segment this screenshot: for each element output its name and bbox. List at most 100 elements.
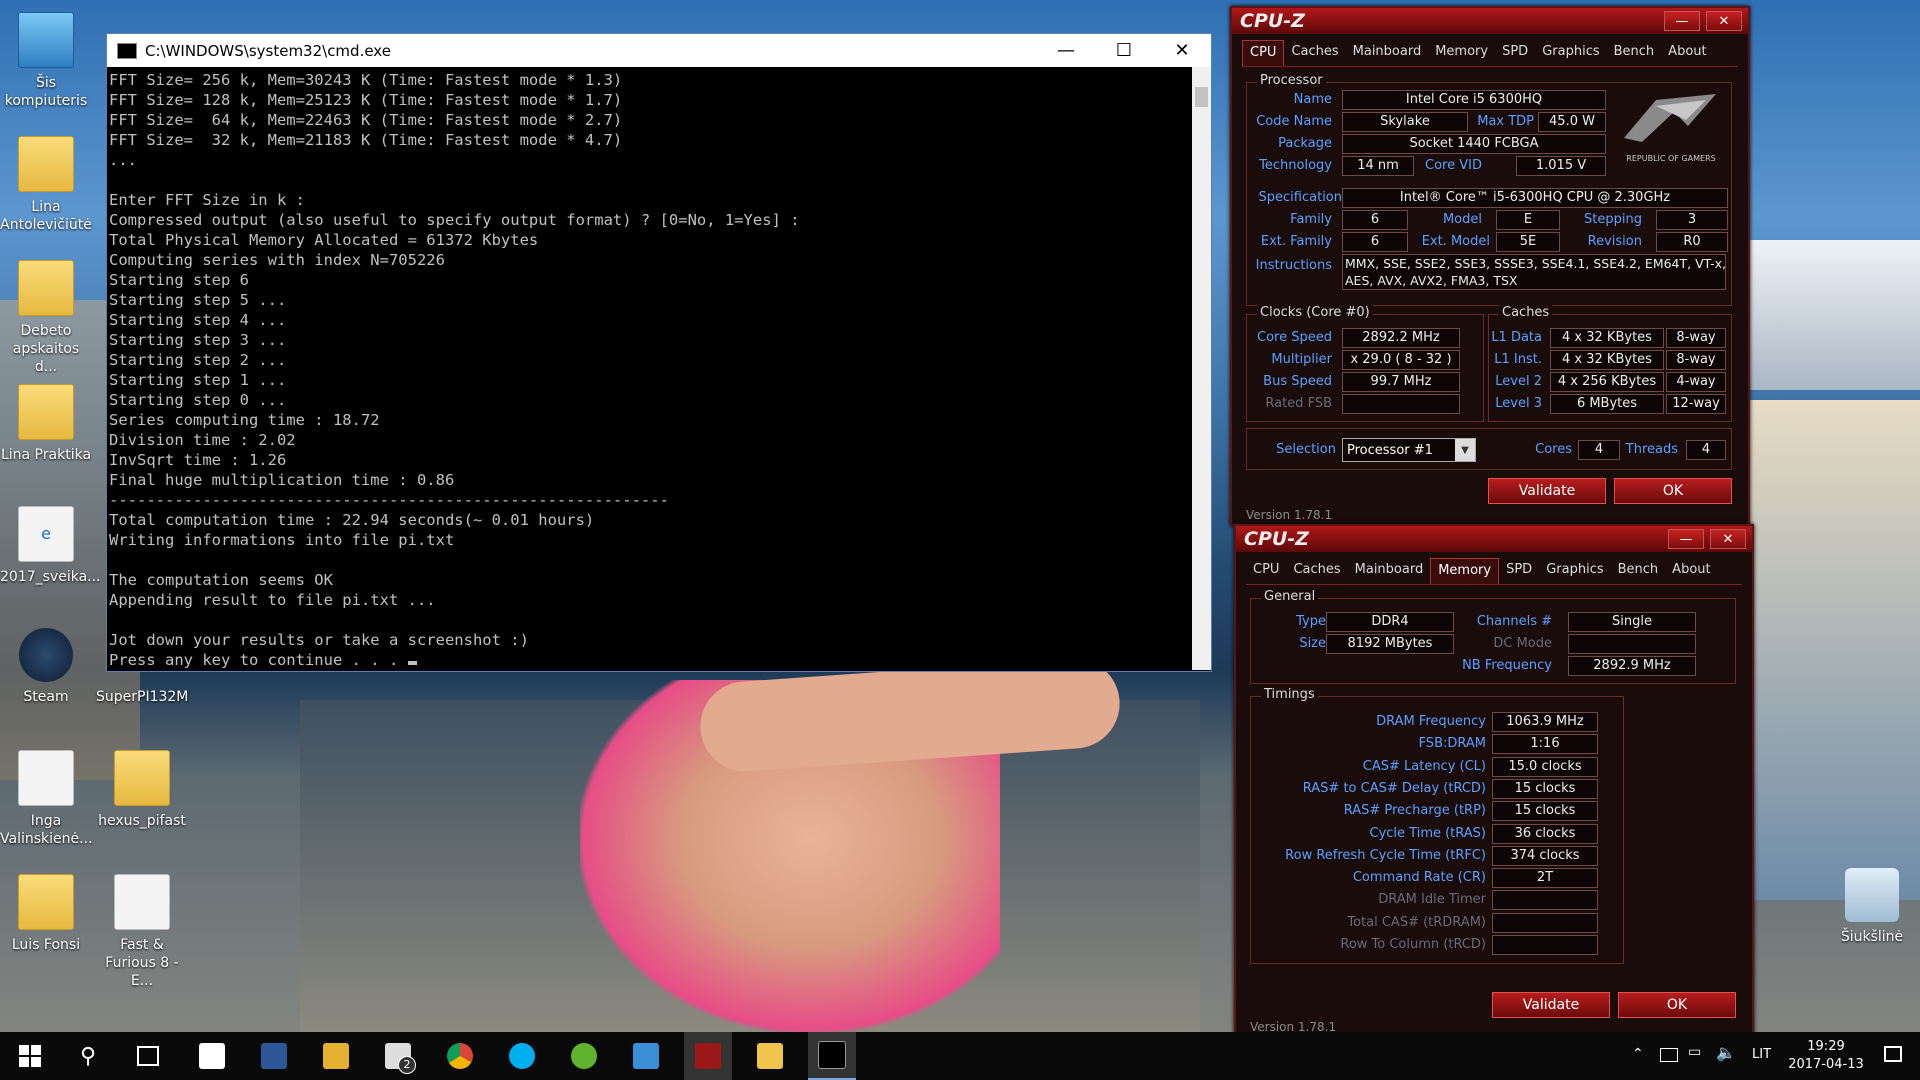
command-rate-label: Command Rate (CR) — [1352, 870, 1486, 886]
console-line: Writing informations into file pi.txt — [109, 531, 455, 549]
family-label: Family — [1290, 212, 1332, 227]
notifications-icon[interactable] — [1884, 1046, 1902, 1062]
volume-icon[interactable]: 🔈 — [1716, 1043, 1736, 1062]
code-name-label: Code Name — [1256, 114, 1332, 129]
model-label: Model — [1442, 212, 1482, 227]
total-cas-label: Total CAS# (tRDRAM) — [1347, 914, 1486, 930]
taskbar-chrome[interactable] — [436, 1032, 484, 1080]
dram-frequency-value: 1063.9 MHz — [1492, 712, 1598, 732]
tab-mainboard[interactable]: Mainboard — [1348, 558, 1431, 584]
desktop-icon-lina[interactable]: Lina Antolevičiūtė — [0, 136, 92, 234]
desktop-icon-luis-fonsi[interactable]: Luis Fonsi — [0, 874, 92, 954]
chrome-icon — [447, 1043, 473, 1069]
desktop-icon-lina-praktika[interactable]: Lina Praktika — [0, 384, 92, 464]
taskbar-cpuz[interactable] — [684, 1032, 732, 1080]
desktop-icon-inga[interactable]: Inga Valinskienė... — [0, 750, 92, 848]
version-label: Version 1.78.1 — [1246, 508, 1333, 522]
taskbar-store[interactable] — [188, 1032, 236, 1080]
folder-icon — [18, 384, 74, 440]
tab-graphics[interactable]: Graphics — [1535, 40, 1606, 66]
tab-graphics[interactable]: Graphics — [1539, 558, 1610, 584]
search-button[interactable]: ⚲ — [64, 1032, 112, 1080]
ok-button[interactable]: OK — [1618, 992, 1736, 1018]
minimize-button[interactable]: — — [1037, 34, 1095, 67]
clock[interactable]: 19:29 2017-04-13 — [1776, 1038, 1876, 1074]
level2-way: 4-way — [1666, 372, 1726, 392]
specification-value: Intel® Core™ i5-6300HQ CPU @ 2.30GHz — [1342, 188, 1728, 208]
minimize-button[interactable]: — — [1668, 529, 1704, 549]
cpuz-app-icon — [695, 1043, 721, 1069]
cpuz-titlebar[interactable]: CPU-Z — ✕ — [1232, 8, 1748, 34]
taskbar-pinned-app[interactable] — [312, 1032, 360, 1080]
tab-mainboard[interactable]: Mainboard — [1346, 40, 1429, 66]
package-label: Package — [1278, 136, 1332, 151]
desktop-icon-this-pc[interactable]: Šis kompiuteris — [0, 12, 92, 110]
revision-value: R0 — [1656, 232, 1728, 252]
taskbar-utorrent[interactable] — [560, 1032, 608, 1080]
wallpaper-beach — [1750, 400, 1920, 900]
desktop-icon-recycle-bin[interactable]: Šiukšlinė — [1826, 868, 1918, 946]
tab-bench[interactable]: Bench — [1611, 558, 1666, 584]
console-scrollbar[interactable] — [1192, 67, 1211, 670]
dram-idle-timer-value — [1492, 890, 1598, 911]
cpuz-cpu-window[interactable]: CPU-Z — ✕ CPU Caches Mainboard Memory SPD Gra… — [1230, 6, 1750, 526]
tab-spd[interactable]: SPD — [1499, 558, 1539, 584]
desktop-icon-steam[interactable]: Steam — [0, 628, 92, 706]
tab-about[interactable]: About — [1661, 40, 1713, 66]
cmd-window[interactable]: C:\WINDOWS\system32\cmd.exe — ☐ ✕ FFT Si… — [106, 33, 1212, 672]
tab-cpu[interactable]: CPU — [1246, 558, 1286, 584]
tab-caches[interactable]: Caches — [1284, 40, 1345, 66]
language-indicator[interactable]: LIT — [1752, 1047, 1771, 1062]
maximize-button[interactable]: ☐ — [1095, 34, 1153, 67]
tab-spd[interactable]: SPD — [1495, 40, 1535, 66]
dc-mode-label: DC Mode — [1493, 636, 1552, 651]
desktop-icon-fast-furious[interactable]: Fast & Furious 8 - E... — [96, 874, 188, 990]
minimize-button[interactable]: — — [1664, 11, 1700, 31]
desktop-icon-hexus[interactable]: hexus_pifast — [96, 750, 188, 830]
core-vid-label: Core VID — [1425, 158, 1482, 173]
cycle-time-value: 36 clocks — [1492, 823, 1598, 844]
chevron-up-icon[interactable]: ⌃ — [1632, 1046, 1644, 1062]
ext-family-value: 6 — [1342, 232, 1408, 252]
cas-latency-label: CAS# Latency (CL) — [1362, 758, 1486, 774]
command-rate-value: 2T — [1492, 868, 1598, 889]
taskbar-explorer[interactable] — [746, 1032, 794, 1080]
tab-memory[interactable]: Memory — [1430, 558, 1500, 584]
tab-memory[interactable]: Memory — [1428, 40, 1495, 66]
scrollbar-thumb[interactable] — [1195, 87, 1208, 107]
close-button[interactable]: ✕ — [1153, 34, 1211, 67]
taskbar-cmd[interactable] — [808, 1032, 856, 1080]
taskbar-mail[interactable]: 2 — [374, 1032, 422, 1080]
tab-bench[interactable]: Bench — [1607, 40, 1662, 66]
validate-button[interactable]: Validate — [1492, 992, 1610, 1018]
fsb-dram-label: FSB:DRAM — [1418, 736, 1486, 752]
lightning-icon — [323, 1043, 349, 1069]
taskbar-word[interactable] — [250, 1032, 298, 1080]
tab-cpu[interactable]: CPU — [1242, 40, 1285, 66]
console-output[interactable]: FFT Size= 256 k, Mem=30243 K (Time: Fast… — [109, 70, 1191, 670]
taskbar-app[interactable] — [622, 1032, 670, 1080]
general-group-title: General — [1261, 589, 1319, 604]
cpuz-memory-window[interactable]: CPU-Z — ✕ CPU Caches Mainboard Memory SPD Gra… — [1234, 524, 1754, 1036]
desktop-icon-pdf[interactable]: e 2017_sveika... — [0, 506, 101, 586]
tab-about[interactable]: About — [1665, 558, 1717, 584]
processor-select[interactable]: Processor #1 ▼ — [1342, 438, 1476, 462]
desktop-icon-debeto[interactable]: Debeto apskaitos d... — [0, 260, 92, 376]
start-button[interactable] — [6, 1032, 54, 1080]
console-line: ... — [109, 151, 137, 169]
battery-icon[interactable] — [1660, 1048, 1678, 1062]
close-button[interactable]: ✕ — [1706, 11, 1742, 31]
cmd-titlebar[interactable]: C:\WINDOWS\system32\cmd.exe — ☐ ✕ — [107, 34, 1211, 67]
cpuz-titlebar[interactable]: CPU-Z — ✕ — [1236, 526, 1752, 552]
tab-caches[interactable]: Caches — [1286, 558, 1347, 584]
core-vid-value: 1.015 V — [1516, 156, 1606, 176]
folder-icon — [18, 874, 74, 930]
ok-button[interactable]: OK — [1614, 478, 1732, 504]
taskbar-skype[interactable] — [498, 1032, 546, 1080]
network-icon[interactable]: ▭ — [1688, 1044, 1701, 1060]
validate-button[interactable]: Validate — [1488, 478, 1606, 504]
close-button[interactable]: ✕ — [1710, 529, 1746, 549]
task-view-button[interactable] — [124, 1032, 172, 1080]
